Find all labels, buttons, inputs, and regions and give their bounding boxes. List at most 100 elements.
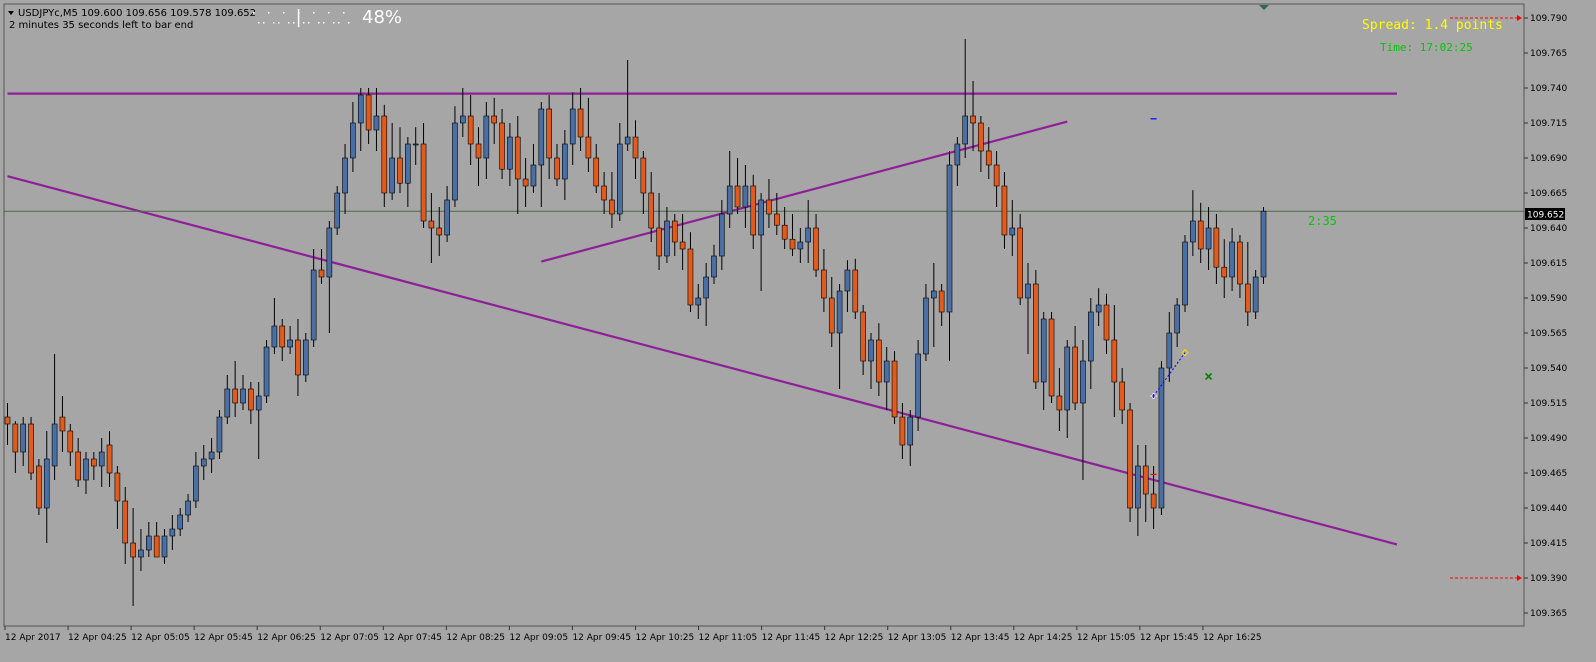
time-text: Time: 17:02:25 [1380,41,1473,54]
bear-candle-body [467,115,474,145]
bear-candle-body [632,136,639,159]
candle [664,207,670,263]
price-tick-label: 109.615 [1530,259,1567,269]
time-tick-label: 12 Apr 15:45 [1140,633,1199,643]
bull-candle-body [138,549,144,558]
price-tick-label: 109.415 [1530,539,1567,549]
candle [1174,298,1180,347]
bull-candle-body [1205,227,1212,250]
candle [546,95,552,179]
candle [412,127,419,165]
candle [978,116,984,172]
bear-candle-body [648,192,655,229]
candle [805,200,812,263]
candle [4,403,11,445]
bull-candle-body [263,346,270,397]
triangle-down-icon[interactable] [8,11,14,15]
candle [287,326,293,354]
bear-candle-body [671,220,678,243]
bear-candle-body [1142,465,1149,495]
bull-candle-body [326,227,333,278]
alert-arrow-icon [1517,15,1522,21]
bull-candle-body [836,290,843,334]
candle [1033,270,1039,389]
candle [868,333,874,389]
bear-candle-body [970,115,976,124]
candle [1127,403,1133,522]
candle [43,431,50,543]
bear-candle-body [428,220,435,229]
time-tick-label: 12 Apr 04:25 [68,633,127,643]
bull-candle-body [616,143,623,215]
candle [161,529,168,564]
bull-candle-body [240,388,246,404]
candle [1237,235,1243,298]
candle [193,452,199,508]
time-tick-label: 12 Apr 05:45 [194,633,253,643]
price-tick-label: 109.365 [1530,609,1567,619]
bear-candle-body [475,143,482,159]
bear-candle-body [679,241,686,250]
bull-candle-body [758,199,764,236]
candle [295,319,301,396]
bull-candle-body [389,157,395,194]
bear-candle-body [852,269,859,313]
progress-dot [288,22,290,24]
bear-candle-body [734,185,741,208]
bar-countdown-text: 2 minutes 35 seconds left to bar end [9,20,193,31]
candle [467,95,474,165]
bull-candle-body [923,297,929,355]
bull-candle-body [719,213,725,257]
bear-candle-body [248,388,254,411]
chart-shift-marker-icon[interactable] [1259,5,1269,10]
candle [12,421,19,473]
price-tick-label: 109.390 [1530,574,1567,584]
candle [711,244,717,284]
bull-candle-body [1135,465,1141,509]
candle [1150,466,1157,529]
bear-candle-body [1111,339,1118,383]
bull-candle-body [844,269,851,292]
candle [420,123,427,228]
bull-candle-body [1095,304,1102,313]
bull-candle-body [1158,367,1165,509]
candle [954,137,961,186]
candle [1025,263,1031,354]
symbol-info: USDJPYc,M5 109.600 109.656 109.578 109.6… [18,8,256,19]
candle [114,466,121,529]
bar-progress-indicator: 48% [253,7,402,28]
progress-dot [308,22,310,24]
candle [781,207,788,249]
candle [671,214,678,256]
candle [507,123,513,186]
bull-candle-body [208,451,215,460]
current-price-label: 109.652 [1525,208,1565,221]
bull-candle-body [302,339,309,376]
candle [640,151,647,214]
price-chart[interactable]: 109.790 109.765 109.740 109.715 109.690 109.6… [0,0,1596,662]
bear-candle-body [609,199,615,215]
bear-candle-body [67,430,74,453]
candle [719,200,725,270]
candle [1182,235,1188,312]
candle [350,102,356,172]
close-cross-icon [1204,372,1213,380]
candle [1001,172,1008,249]
bear-candle-body [1150,493,1157,509]
time-tick-label: 12 Apr 06:25 [257,633,316,643]
bear-candle-body [773,213,780,226]
bear-candle-body [36,465,42,509]
candle [397,127,403,193]
candle [616,123,623,221]
candle [1166,312,1173,382]
progress-dot [268,12,270,14]
candle [726,151,733,228]
bull-candle-body [1166,332,1173,369]
chart-window[interactable]: 109.790 109.765 109.740 109.715 109.690 109.6… [0,0,1596,662]
bear-candle-body [546,108,552,159]
bull-candle-body [805,227,812,243]
bear-candle-body [130,542,136,558]
progress-dot [323,22,325,24]
bull-candle-body [562,143,568,180]
bull-candle-body [907,416,914,446]
